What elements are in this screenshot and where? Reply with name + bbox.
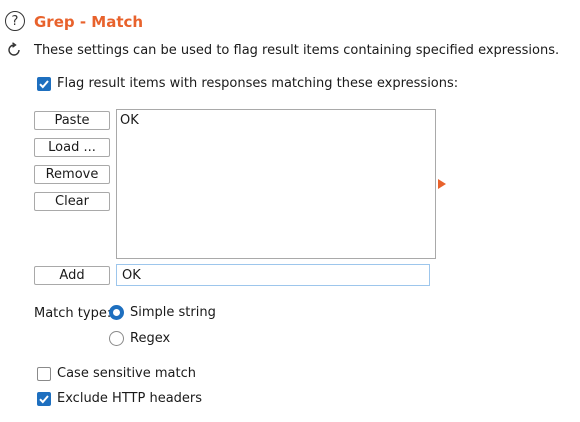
add-button[interactable]: Add [34, 266, 110, 285]
section-description: These settings can be used to flag resul… [34, 43, 560, 58]
regex-radio[interactable] [109, 331, 124, 346]
remove-button[interactable]: Remove [34, 165, 110, 184]
exclude-http-headers-label: Exclude HTTP headers [57, 391, 203, 406]
expand-arrow-icon[interactable] [438, 179, 446, 189]
flag-result-items-label: Flag result items with responses matchin… [57, 76, 459, 91]
simple-string-radio[interactable] [109, 305, 124, 320]
refresh-icon[interactable] [6, 42, 22, 58]
check-icon [39, 394, 49, 403]
load-button[interactable]: Load ... [34, 138, 110, 157]
case-sensitive-option[interactable]: Case sensitive match [37, 366, 196, 381]
regex-option[interactable]: Regex [109, 331, 170, 346]
exclude-http-headers-option[interactable]: Exclude HTTP headers [37, 391, 202, 406]
flag-result-items-checkbox[interactable] [37, 76, 51, 91]
case-sensitive-checkbox[interactable] [37, 366, 51, 381]
clear-button[interactable]: Clear [34, 192, 110, 211]
expression-input[interactable] [116, 264, 430, 286]
exclude-http-headers-checkbox[interactable] [37, 391, 51, 406]
regex-label: Regex [130, 331, 171, 346]
help-icon[interactable]: ? [5, 11, 25, 31]
section-title: Grep - Match [34, 13, 144, 31]
match-type-label: Match type: [34, 306, 112, 321]
case-sensitive-label: Case sensitive match [57, 366, 196, 381]
check-icon [39, 79, 49, 88]
flag-result-items-option[interactable]: Flag result items with responses matchin… [37, 76, 458, 91]
simple-string-option[interactable]: Simple string [109, 305, 216, 320]
paste-button[interactable]: Paste [34, 111, 110, 130]
list-item[interactable]: OK [120, 113, 432, 129]
simple-string-label: Simple string [130, 305, 216, 320]
expressions-list[interactable]: OK [116, 109, 436, 259]
